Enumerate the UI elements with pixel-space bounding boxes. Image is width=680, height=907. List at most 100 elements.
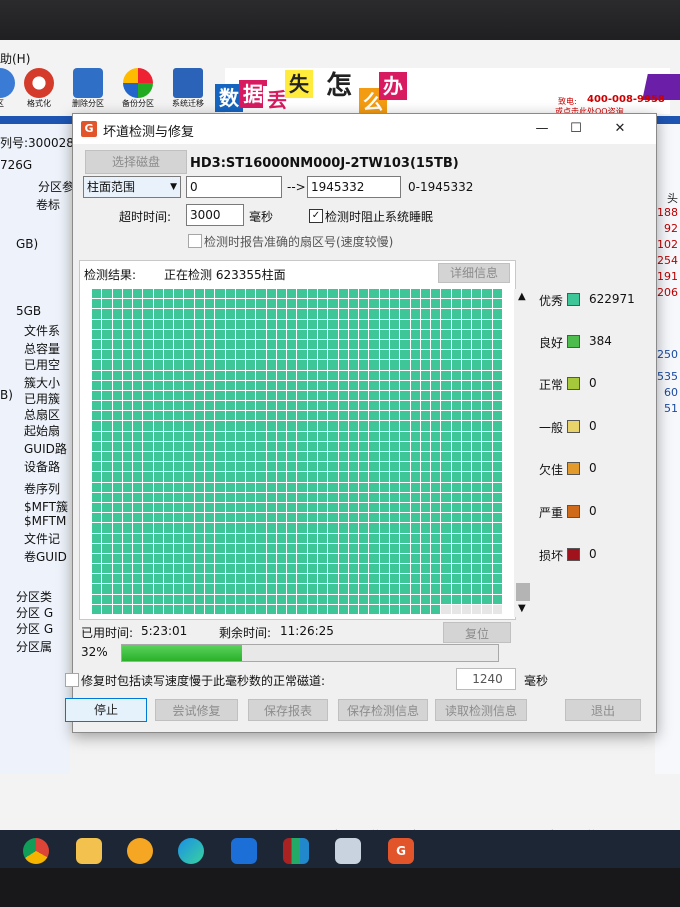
sector-cell: [451, 543, 461, 553]
range-arrow: -->: [287, 180, 306, 194]
range-mode-select[interactable]: 柱面范围 ▼: [83, 176, 181, 198]
sector-cell: [410, 370, 420, 380]
sector-cell: [215, 513, 225, 523]
scroll-thumb[interactable]: [516, 583, 530, 601]
sector-cell: [338, 492, 348, 502]
edge-icon[interactable]: [178, 838, 204, 864]
bg-toolbar-item[interactable]: 格式化: [14, 68, 64, 109]
save-info-button[interactable]: 保存检测信息: [338, 699, 428, 721]
sector-cell: [359, 421, 369, 431]
sector-cell: [492, 513, 502, 523]
bg-right-label: 102: [657, 238, 678, 251]
sector-cell: [482, 492, 492, 502]
file-explorer-icon[interactable]: [76, 838, 102, 864]
sector-cell: [215, 584, 225, 594]
sector-cell: [112, 462, 122, 472]
close-button[interactable]: ✕: [603, 118, 637, 140]
try-repair-button[interactable]: 尝试修复: [155, 699, 238, 721]
tencent-app-icon[interactable]: [127, 838, 153, 864]
bg-toolbar-item[interactable]: 备份分区: [113, 68, 163, 109]
dialog-titlebar[interactable]: G 坏道检测与修复 — ☐ ✕: [73, 114, 656, 144]
range-start-input[interactable]: 0: [186, 176, 282, 198]
sector-cell: [276, 370, 287, 380]
scroll-up-icon[interactable]: ▲: [518, 291, 526, 302]
sector-cell: [225, 574, 235, 584]
sector-cell: [112, 360, 122, 370]
sector-cell: [122, 594, 133, 604]
prevent-sleep-checkbox[interactable]: ✓: [309, 209, 323, 223]
sector-cell: [420, 564, 431, 574]
reset-button[interactable]: 复位: [443, 622, 511, 643]
sector-cell: [163, 339, 174, 350]
sector-cell: [431, 329, 441, 339]
winrar-icon[interactable]: [283, 838, 309, 864]
sector-cell: [215, 329, 225, 339]
sector-cell: [420, 452, 431, 462]
sector-cell: [276, 452, 287, 462]
sector-cell: [143, 472, 153, 482]
sector-cell: [328, 299, 338, 309]
sector-cell: [297, 390, 307, 401]
repair-slow-checkbox[interactable]: [65, 673, 79, 687]
read-info-button[interactable]: 读取检测信息: [435, 699, 527, 721]
sector-cell: [194, 502, 205, 513]
sector-cell: [184, 401, 194, 411]
bg-toolbar-label: 格式化: [27, 99, 51, 108]
grid-scrollbar[interactable]: ▲ ▼: [514, 289, 532, 617]
sector-cell: [112, 502, 122, 513]
sector-cell: [307, 411, 318, 421]
sector-cell: [246, 502, 256, 513]
sector-cell: [174, 360, 184, 370]
range-end-input[interactable]: 1945332: [307, 176, 401, 198]
bg-menu-help[interactable]: 助(H): [0, 50, 30, 67]
maximize-button[interactable]: ☐: [559, 118, 593, 140]
sector-cell: [122, 329, 133, 339]
bg-right-label: 51: [664, 402, 678, 415]
chrome-icon[interactable]: [23, 838, 49, 864]
sector-cell: [287, 289, 297, 299]
diskgenius-taskbar-icon[interactable]: G: [388, 838, 414, 864]
sector-cell: [112, 431, 122, 441]
minimize-button[interactable]: —: [525, 118, 559, 140]
feishu-icon[interactable]: [231, 838, 257, 864]
repair-slow-input[interactable]: 1240: [456, 668, 516, 690]
sector-cell: [256, 441, 266, 451]
disk-tool-icon[interactable]: [335, 838, 361, 864]
bg-toolbar-item[interactable]: 删除分区: [63, 68, 113, 109]
sector-cell: [256, 564, 266, 574]
sector-cell: [379, 513, 389, 523]
sector-cell: [410, 462, 420, 472]
sector-cell: [225, 492, 235, 502]
sector-cell: [112, 452, 122, 462]
stop-button[interactable]: 停止: [65, 698, 147, 722]
sector-cell: [184, 513, 194, 523]
sector-cell: [338, 462, 348, 472]
sector-cell: [163, 452, 174, 462]
sector-cell: [122, 309, 133, 319]
save-report-button[interactable]: 保存报表: [248, 699, 328, 721]
sector-cell: [143, 502, 153, 513]
sector-cell: [174, 319, 184, 329]
sector-cell: [184, 574, 194, 584]
sector-cell: [451, 289, 461, 299]
sector-cell: [328, 380, 338, 390]
report-sectors-checkbox[interactable]: [188, 234, 202, 248]
select-disk-button[interactable]: 选择磁盘: [85, 150, 187, 174]
exit-button[interactable]: 退出: [565, 699, 641, 721]
sector-cell: [256, 339, 266, 350]
sector-cell: [431, 523, 441, 533]
scroll-down-icon[interactable]: ▼: [518, 603, 526, 614]
sector-cell: [482, 350, 492, 360]
sector-cell: [369, 329, 379, 339]
sector-cell: [143, 452, 153, 462]
bg-toolbar-item[interactable]: 系统迁移: [163, 68, 213, 109]
sector-cell: [369, 401, 379, 411]
sector-cell: [235, 339, 246, 350]
details-button[interactable]: 详细信息: [438, 263, 510, 283]
sector-cell: [133, 523, 143, 533]
sector-cell: [102, 594, 112, 604]
ad-banner[interactable]: 数 据 丢 失 怎 么 办 DiskGenius 团队为您服务 致电: 400-…: [215, 68, 680, 116]
report-sectors-label: 检测时报告准确的扇区号(速度较慢): [204, 235, 394, 249]
sector-cell: [225, 401, 235, 411]
timeout-input[interactable]: 3000: [186, 204, 244, 226]
